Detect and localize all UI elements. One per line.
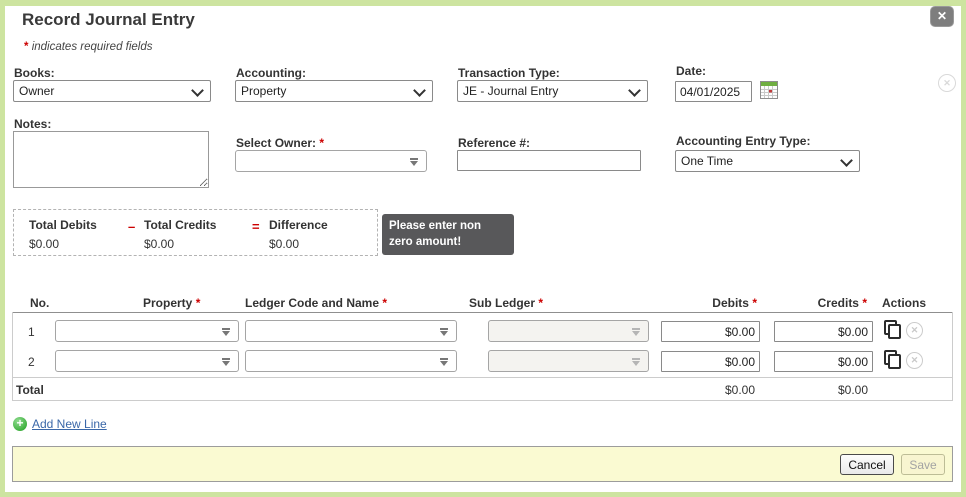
chevron-down-icon: [628, 84, 641, 97]
col-header-debits-text: Debits: [712, 296, 749, 310]
equals-operator: =: [252, 219, 260, 234]
required-asterisk: *: [382, 296, 388, 310]
total-debits-value: $0.00: [29, 237, 60, 251]
col-header-debits: Debits *: [660, 296, 757, 310]
required-asterisk: *: [319, 136, 325, 150]
row2-debits-input[interactable]: [661, 351, 760, 372]
notes-textarea[interactable]: [13, 131, 209, 188]
required-asterisk: *: [24, 41, 29, 53]
table-bottom-border: [12, 400, 953, 401]
select-owner-combobox[interactable]: [235, 150, 427, 172]
required-asterisk: *: [195, 296, 201, 310]
reference-label: Reference #:: [458, 136, 531, 150]
delete-row-icon: ✕: [906, 322, 923, 339]
chevron-down-icon: [840, 154, 853, 167]
accounting-select-value: Property: [241, 84, 287, 98]
footer-bar: Cancel Save: [12, 446, 953, 482]
accounting-select[interactable]: Property: [235, 80, 433, 102]
col-header-property: Property *: [143, 296, 200, 310]
required-fields-note: * indicates required fields: [24, 41, 153, 53]
row1-subledger-combobox: [488, 320, 649, 342]
dropdown-arrow-icon: [440, 358, 448, 366]
add-new-line-link[interactable]: Add New Line: [32, 417, 107, 431]
delete-row-icon: ✕: [906, 352, 923, 369]
date-label: Date:: [676, 64, 707, 78]
col-header-credits-text: Credits: [817, 296, 859, 310]
chevron-down-icon: [191, 84, 204, 97]
reference-input[interactable]: [457, 150, 641, 171]
col-header-ledger: Ledger Code and Name *: [245, 296, 387, 310]
row-number: 2: [28, 355, 35, 369]
books-select-value: Owner: [19, 84, 55, 98]
row1-debits-input[interactable]: [661, 321, 760, 342]
row2-ledger-combobox[interactable]: [245, 350, 457, 372]
chevron-down-icon: [413, 84, 426, 97]
transaction-type-select[interactable]: JE - Journal Entry: [457, 80, 648, 102]
row1-property-combobox[interactable]: [55, 320, 239, 342]
dropdown-arrow-icon: [440, 328, 448, 336]
calendar-icon[interactable]: [760, 81, 778, 104]
row2-property-combobox[interactable]: [55, 350, 239, 372]
clear-circle-icon: ✕: [938, 74, 956, 92]
dropdown-arrow-icon: [222, 358, 230, 366]
row1-credits-input[interactable]: [774, 321, 873, 342]
accounting-entry-type-value: One Time: [681, 154, 734, 168]
row1-ledger-combobox[interactable]: [245, 320, 457, 342]
required-asterisk: *: [752, 296, 757, 310]
table-right-border: [952, 312, 953, 401]
copy-row-icon[interactable]: [884, 320, 901, 339]
col-header-subledger-text: Sub Ledger: [469, 296, 536, 310]
dropdown-arrow-icon: [632, 328, 640, 336]
save-button[interactable]: Save: [901, 454, 945, 475]
required-asterisk: *: [538, 296, 544, 310]
difference-value: $0.00: [269, 237, 300, 251]
transaction-type-label: Transaction Type:: [458, 66, 560, 80]
col-header-property-text: Property: [143, 296, 193, 310]
table-header-divider: [12, 312, 953, 313]
transaction-type-select-value: JE - Journal Entry: [463, 84, 559, 98]
notes-label: Notes:: [14, 117, 52, 131]
table-left-border: [12, 312, 13, 401]
total-credits-value: $0.00: [144, 237, 175, 251]
books-select[interactable]: Owner: [13, 80, 211, 102]
cancel-button[interactable]: Cancel: [840, 454, 894, 475]
col-header-subledger: Sub Ledger *: [469, 296, 543, 310]
record-journal-entry-modal: Record Journal Entry ✕ * indicates requi…: [0, 0, 966, 497]
total-credits-label: Total Credits: [144, 218, 217, 232]
accounting-label: Accounting:: [236, 66, 306, 80]
copy-row-icon[interactable]: [884, 350, 901, 369]
difference-label: Difference: [269, 218, 328, 232]
row-number: 1: [28, 325, 35, 339]
accounting-entry-type-select[interactable]: One Time: [675, 150, 860, 172]
validation-tooltip: Please enter non zero amount!: [382, 214, 514, 256]
table-total-credits: $0.00: [837, 383, 868, 397]
total-debits-label: Total Debits: [29, 218, 97, 232]
row2-subledger-combobox: [488, 350, 649, 372]
col-header-no: No.: [30, 296, 50, 310]
accounting-entry-type-label: Accounting Entry Type:: [676, 134, 811, 148]
table-total-debits: $0.00: [724, 383, 755, 397]
col-header-ledger-text: Ledger Code and Name: [245, 296, 380, 310]
dropdown-arrow-icon: [222, 328, 230, 336]
table-total-label: Total: [16, 383, 44, 397]
page-title: Record Journal Entry: [22, 10, 195, 29]
dropdown-arrow-icon: [632, 358, 640, 366]
minus-operator: –: [128, 219, 136, 234]
required-note-text: indicates required fields: [31, 41, 153, 53]
select-owner-label: Select Owner: *: [236, 136, 324, 150]
close-icon[interactable]: ✕: [930, 6, 954, 27]
row2-credits-input[interactable]: [774, 351, 873, 372]
col-header-actions: Actions: [882, 296, 927, 310]
dropdown-arrow-icon: [410, 158, 418, 166]
required-asterisk: *: [862, 296, 867, 310]
select-owner-label-text: Select Owner:: [236, 136, 317, 150]
col-header-credits: Credits *: [770, 296, 867, 310]
books-label: Books:: [14, 66, 55, 80]
table-rows-divider: [12, 377, 953, 378]
date-input[interactable]: [675, 81, 752, 102]
add-icon[interactable]: +: [13, 417, 27, 431]
totals-summary-box: Total Debits – Total Credits = Differenc…: [13, 209, 378, 256]
